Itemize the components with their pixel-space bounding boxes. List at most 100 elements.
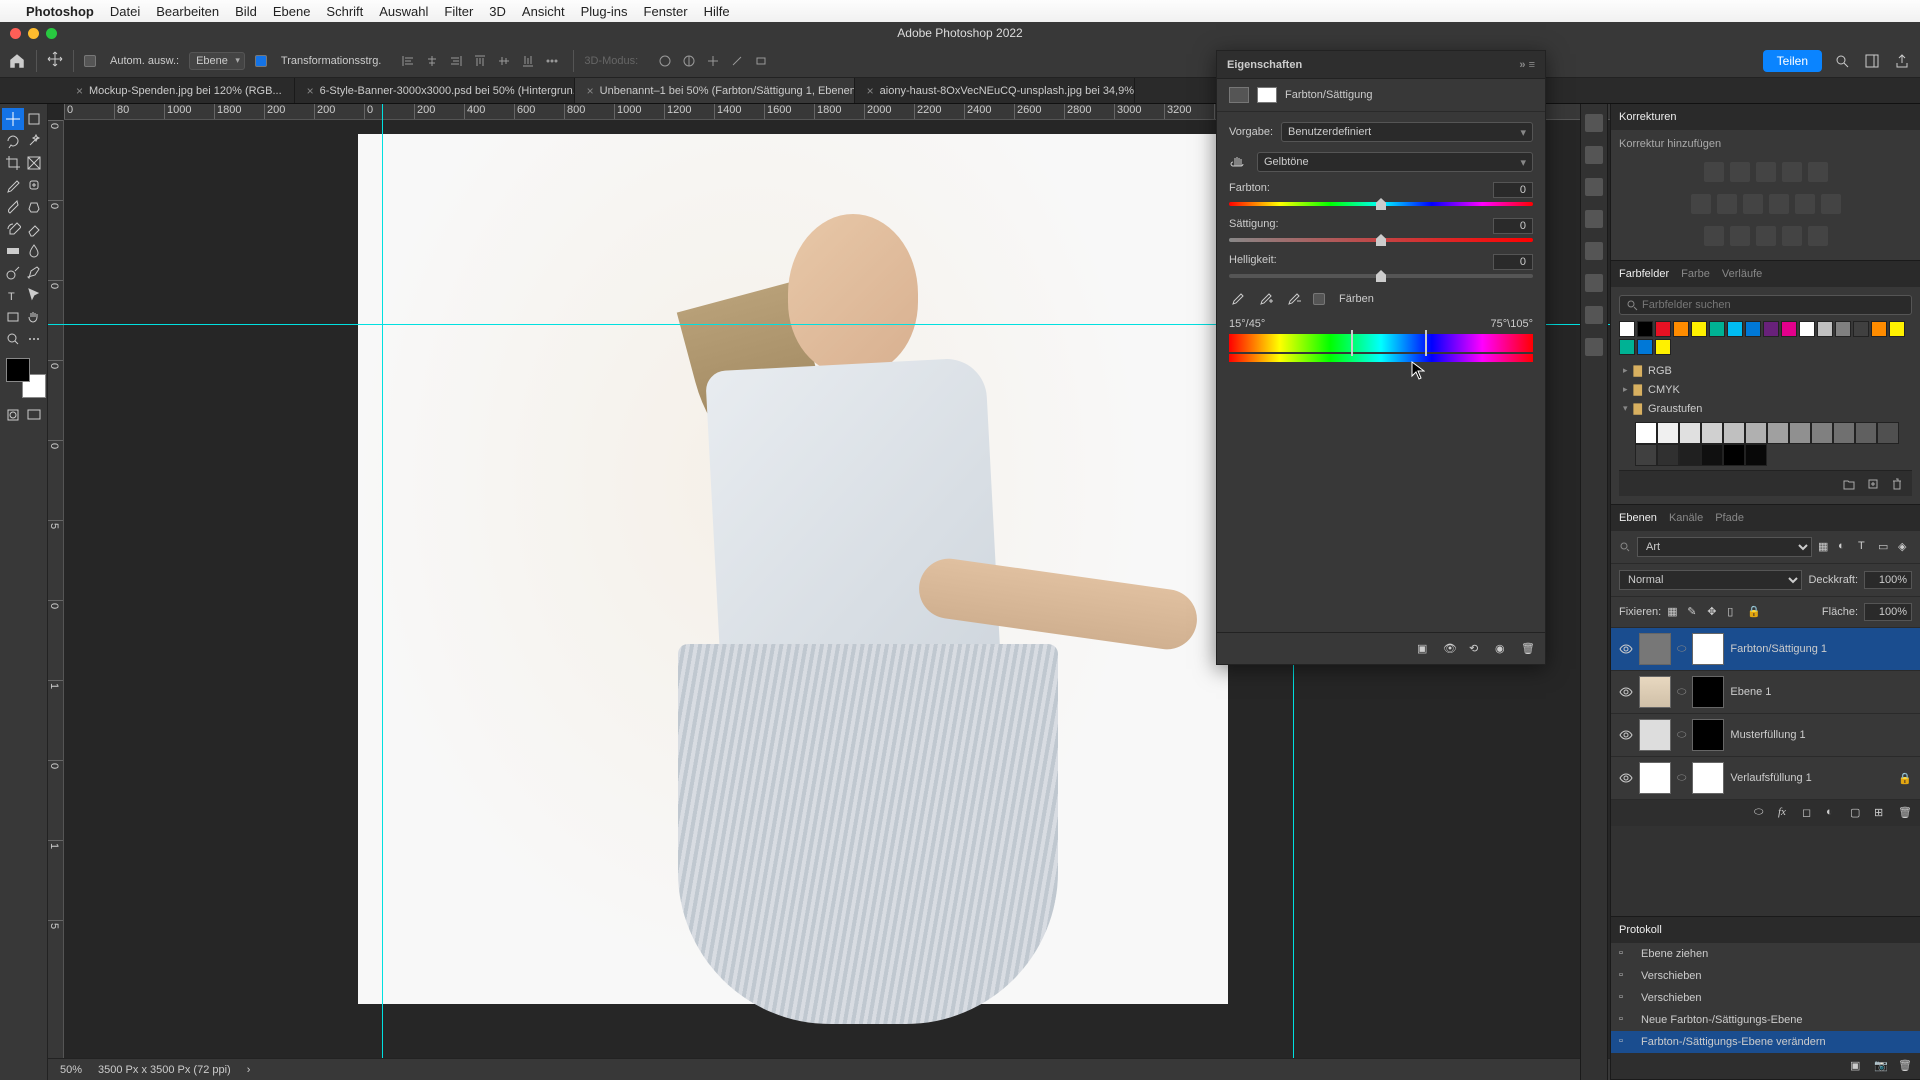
artboard-tool[interactable] [24, 108, 46, 130]
view-previous-icon[interactable]: 👁 [1443, 642, 1457, 656]
gray-swatch[interactable] [1701, 444, 1723, 466]
properties-panel-icon[interactable] [1585, 146, 1603, 164]
new-swatch-icon[interactable] [1866, 477, 1880, 491]
clone-stamp-tool[interactable] [24, 196, 46, 218]
foreground-color[interactable] [6, 358, 30, 382]
dodge-tool[interactable] [2, 262, 24, 284]
posterize-icon[interactable] [1730, 226, 1750, 246]
gradients-tab[interactable]: Verläufe [1722, 268, 1762, 280]
actions-panel-icon[interactable] [1585, 338, 1603, 356]
color-swatch[interactable] [1763, 321, 1779, 337]
lock-icon[interactable]: 🔒 [1898, 772, 1912, 785]
close-tab-icon[interactable]: × [867, 84, 874, 98]
align-bottom-button[interactable] [517, 50, 539, 72]
lasso-tool[interactable] [2, 130, 24, 152]
color-swatches[interactable] [6, 358, 46, 398]
paths-tab[interactable]: Pfade [1715, 512, 1744, 524]
align-top-button[interactable] [469, 50, 491, 72]
color-balance-icon[interactable] [1717, 194, 1737, 214]
opacity-value[interactable]: 100% [1864, 571, 1912, 589]
corrections-tab[interactable]: Korrekturen [1619, 111, 1676, 123]
preset-select[interactable]: Benutzerdefiniert [1281, 122, 1533, 142]
crop-tool[interactable] [2, 152, 24, 174]
align-center-v-button[interactable] [493, 50, 515, 72]
zoom-level[interactable]: 50% [60, 1064, 82, 1076]
create-document-from-state-icon[interactable]: ▣ [1850, 1059, 1864, 1073]
channel-mixer-icon[interactable] [1795, 194, 1815, 214]
color-lookup-icon[interactable] [1821, 194, 1841, 214]
color-swatch[interactable] [1889, 321, 1905, 337]
pen-tool[interactable] [24, 262, 46, 284]
history-tab[interactable]: Protokoll [1619, 924, 1662, 936]
gray-swatch[interactable] [1877, 422, 1899, 444]
gray-swatch[interactable] [1723, 422, 1745, 444]
toggle-visibility-icon[interactable]: ◉ [1495, 642, 1509, 656]
vertical-ruler[interactable]: 00000501015 [48, 120, 64, 1080]
auto-select-checkbox[interactable] [84, 55, 96, 67]
layer-mask-icon[interactable] [1257, 87, 1277, 103]
auto-select-target[interactable]: Ebene [189, 52, 245, 70]
eyedropper-set-icon[interactable] [1229, 290, 1247, 308]
channel-select[interactable]: Gelbtöne [1257, 152, 1533, 172]
info-panel-icon[interactable] [1585, 114, 1603, 132]
lightness-value[interactable]: 0 [1493, 254, 1533, 270]
delete-swatch-icon[interactable] [1890, 477, 1904, 491]
threshold-icon[interactable] [1756, 226, 1776, 246]
history-item[interactable]: ▫Ebene ziehen [1611, 943, 1920, 965]
workspace-icon[interactable] [1862, 51, 1882, 71]
search-icon[interactable] [1832, 51, 1852, 71]
color-swatch[interactable] [1655, 321, 1671, 337]
add-mask-icon[interactable]: ◻ [1802, 806, 1816, 820]
eyedropper-subtract-icon[interactable] [1285, 290, 1303, 308]
document-canvas[interactable] [358, 134, 1228, 1004]
clip-to-layer-icon[interactable]: ▣ [1417, 642, 1431, 656]
lock-position-icon[interactable]: ✥ [1707, 605, 1721, 619]
color-swatch[interactable] [1673, 321, 1689, 337]
transform-controls-checkbox[interactable] [255, 55, 267, 67]
filter-type-icon[interactable]: T [1858, 540, 1872, 554]
menu-window[interactable]: Fenster [644, 4, 688, 19]
layer-row[interactable]: ⬭ Musterfüllung 1 [1611, 714, 1920, 757]
reset-icon[interactable]: ⟲ [1469, 642, 1483, 656]
new-adjustment-icon[interactable]: ◐ [1826, 806, 1840, 820]
hand-tool[interactable] [24, 306, 46, 328]
menu-type[interactable]: Schrift [326, 4, 363, 19]
color-swatch[interactable] [1799, 321, 1815, 337]
gray-swatch[interactable] [1767, 422, 1789, 444]
black-white-icon[interactable] [1743, 194, 1763, 214]
gray-swatch[interactable] [1855, 422, 1877, 444]
status-chevron-icon[interactable]: › [247, 1064, 251, 1076]
gray-swatch[interactable] [1657, 444, 1679, 466]
color-swatch[interactable] [1691, 321, 1707, 337]
tab-mockup[interactable]: ×Mockup-Spenden.jpg bei 120% (RGB... [64, 78, 295, 103]
layers-tab[interactable]: Ebenen [1619, 512, 1657, 524]
hue-slider[interactable] [1229, 202, 1533, 206]
range-handles[interactable] [1351, 330, 1427, 356]
history-item[interactable]: ▫Verschieben [1611, 987, 1920, 1009]
menu-file[interactable]: Datei [110, 4, 140, 19]
new-group-icon[interactable]: ▢ [1850, 806, 1864, 820]
blend-mode-select[interactable]: Normal [1619, 570, 1802, 590]
layer-name[interactable]: Farbton/Sättigung 1 [1730, 643, 1827, 655]
menu-plugins[interactable]: Plug-ins [581, 4, 628, 19]
color-swatch[interactable] [1781, 321, 1797, 337]
glyphs-panel-icon[interactable] [1585, 274, 1603, 292]
grayscale-folder[interactable]: ▇Graustufen [1619, 399, 1912, 418]
fill-value[interactable]: 100% [1864, 603, 1912, 621]
brightness-contrast-icon[interactable] [1704, 162, 1724, 182]
new-layer-icon[interactable]: ⊞ [1874, 806, 1888, 820]
close-tab-icon[interactable]: × [307, 84, 314, 98]
layer-name[interactable]: Musterfüllung 1 [1730, 729, 1805, 741]
history-item[interactable]: ▫Verschieben [1611, 965, 1920, 987]
move-tool-icon[interactable] [47, 51, 63, 70]
history-item[interactable]: ▫Neue Farbton-/Sättigungs-Ebene [1611, 1009, 1920, 1031]
healing-brush-tool[interactable] [24, 174, 46, 196]
type-tool[interactable]: T [2, 284, 24, 306]
levels-icon[interactable] [1730, 162, 1750, 182]
hue-value[interactable]: 0 [1493, 182, 1533, 198]
tab-unsplash[interactable]: ×aiony-haust-8OxVecNEuCQ-unsplash.jpg be… [855, 78, 1135, 103]
menu-help[interactable]: Hilfe [704, 4, 730, 19]
link-layers-icon[interactable]: ⬭ [1754, 806, 1768, 820]
tab-style-banner[interactable]: ×6-Style-Banner-3000x3000.psd bei 50% (H… [295, 78, 575, 103]
filter-image-icon[interactable]: ▦ [1818, 540, 1832, 554]
